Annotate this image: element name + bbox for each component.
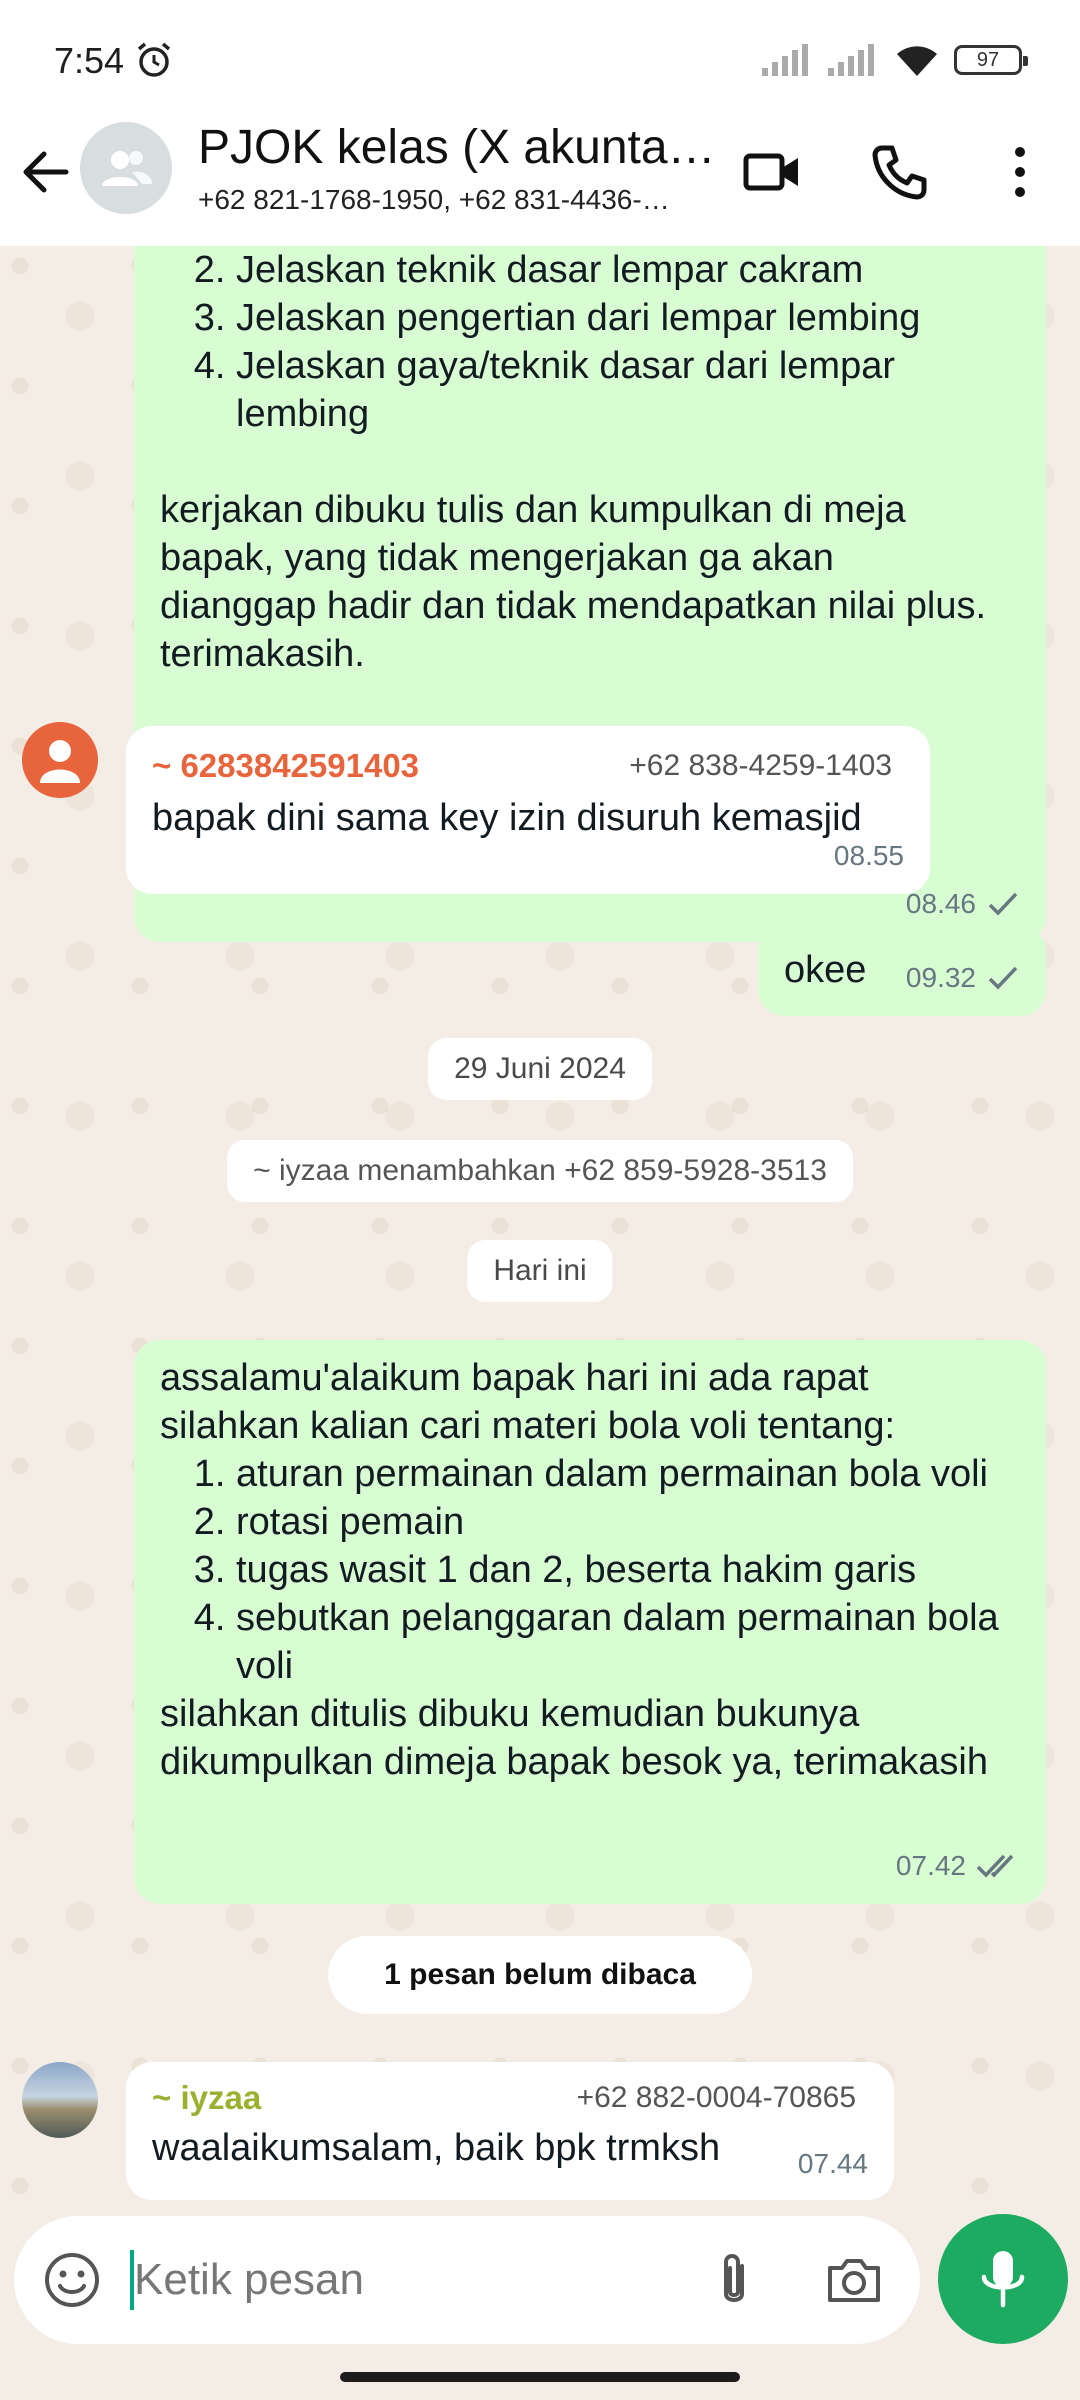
- attach-icon[interactable]: [704, 2248, 764, 2312]
- list-item: Jelaskan gaya/teknik dasar dari lempar l…: [236, 342, 1020, 438]
- chat-participants[interactable]: +62 821-1768-1950, +62 831-4436-…: [198, 184, 708, 216]
- voice-call-icon[interactable]: [868, 140, 932, 204]
- list-item: rotasi pemain: [236, 1498, 1020, 1546]
- group-avatar[interactable]: [80, 122, 172, 214]
- sender-phone: +62 838-4259-1403: [629, 749, 892, 782]
- date-chip: 29 Juni 2024: [428, 1038, 652, 1100]
- sender-avatar[interactable]: [22, 2062, 98, 2138]
- message-meta: 07.44: [798, 2140, 868, 2188]
- status-bar: 7:54 97: [0, 0, 1080, 118]
- list-item: Jelaskan teknik dasar lempar cakram: [236, 246, 1020, 294]
- outgoing-message[interactable]: assalamu'alaikum bapak hari ini ada rapa…: [134, 1340, 1046, 1904]
- message-list: aturan permainan dalam permainan bola vo…: [160, 1450, 1020, 1690]
- sent-check-icon: [988, 892, 1018, 916]
- video-call-icon[interactable]: [740, 140, 804, 204]
- message-time: 08.55: [833, 840, 904, 871]
- person-icon: [40, 740, 80, 783]
- list-item: Jelaskan pengertian dari lempar lembing: [236, 294, 1020, 342]
- list-item: sebutkan pelanggaran dalam permainan bol…: [236, 1594, 1020, 1690]
- camera-icon[interactable]: [822, 2248, 886, 2312]
- home-indicator[interactable]: [340, 2372, 740, 2382]
- system-notice: ~ iyzaa menambahkan +62 859-5928-3513: [227, 1140, 853, 1202]
- back-arrow-icon[interactable]: [18, 144, 74, 200]
- message-meta: 08.46: [906, 880, 1020, 928]
- battery-indicator: 97: [954, 45, 1028, 75]
- message-text: kerjakan dibuku tulis dan kumpulkan di m…: [160, 489, 987, 675]
- emoji-icon[interactable]: [42, 2250, 102, 2310]
- chat-header: PJOK kelas (X akuntansi) +62 821-1768-19…: [0, 118, 1080, 246]
- message-input[interactable]: [134, 2246, 694, 2314]
- message-meta: 07.42: [896, 1842, 1020, 1890]
- message-meta: 08.55: [834, 832, 904, 880]
- chat-area[interactable]: Jelaskan teknik dasar lempar cakram Jela…: [0, 246, 1080, 2216]
- sender-avatar[interactable]: [22, 722, 98, 798]
- voice-message-button[interactable]: [938, 2214, 1068, 2344]
- alarm-icon: [137, 42, 171, 77]
- message-time: 09.32: [905, 962, 976, 993]
- chat-title[interactable]: PJOK kelas (X akuntansi): [198, 120, 718, 175]
- wifi-icon: [897, 46, 937, 76]
- status-indicators: 97: [762, 40, 1028, 80]
- message-outro: silahkan ditulis dibuku kemudian bukunya…: [160, 1693, 988, 1783]
- message-list: Jelaskan teknik dasar lempar cakram Jela…: [160, 246, 1020, 438]
- list-item: aturan permainan dalam permainan bola vo…: [236, 1450, 1020, 1498]
- unread-banner: 1 pesan belum dibaca: [328, 1936, 752, 2014]
- message-composer: [14, 2216, 920, 2344]
- incoming-message[interactable]: ~ 6283842591403 +62 838-4259-1403 bapak …: [126, 726, 930, 894]
- message-text: waalaikumsalam, baik bpk trmksh: [152, 2127, 721, 2169]
- list-item: tugas wasit 1 dan 2, beserta hakim garis: [236, 1546, 1020, 1594]
- incoming-message[interactable]: ~ iyzaa +62 882-0004-70865 waalaikumsala…: [126, 2062, 894, 2200]
- message-time: 07.44: [797, 2148, 868, 2179]
- more-options-icon[interactable]: [1000, 140, 1040, 204]
- status-time: 7:54: [54, 40, 125, 81]
- delivered-double-check-icon: [976, 1854, 1014, 1878]
- outgoing-message[interactable]: okee 09.32: [758, 926, 1046, 1016]
- message-meta: 09.32: [906, 954, 1020, 1002]
- message-text: bapak dini sama key izin disuruh kemasji…: [152, 797, 862, 839]
- date-chip-today: Hari ini: [467, 1240, 613, 1302]
- microphone-icon: [981, 2251, 1025, 2308]
- sender-phone: +62 882-0004-70865: [576, 2081, 856, 2114]
- signal-icon: [762, 44, 808, 76]
- message-intro: assalamu'alaikum bapak hari ini ada rapa…: [160, 1357, 896, 1447]
- sent-check-icon: [988, 966, 1018, 990]
- message-time: 07.42: [895, 1850, 966, 1881]
- signal-icon-2: [828, 44, 874, 76]
- group-icon: [102, 151, 152, 186]
